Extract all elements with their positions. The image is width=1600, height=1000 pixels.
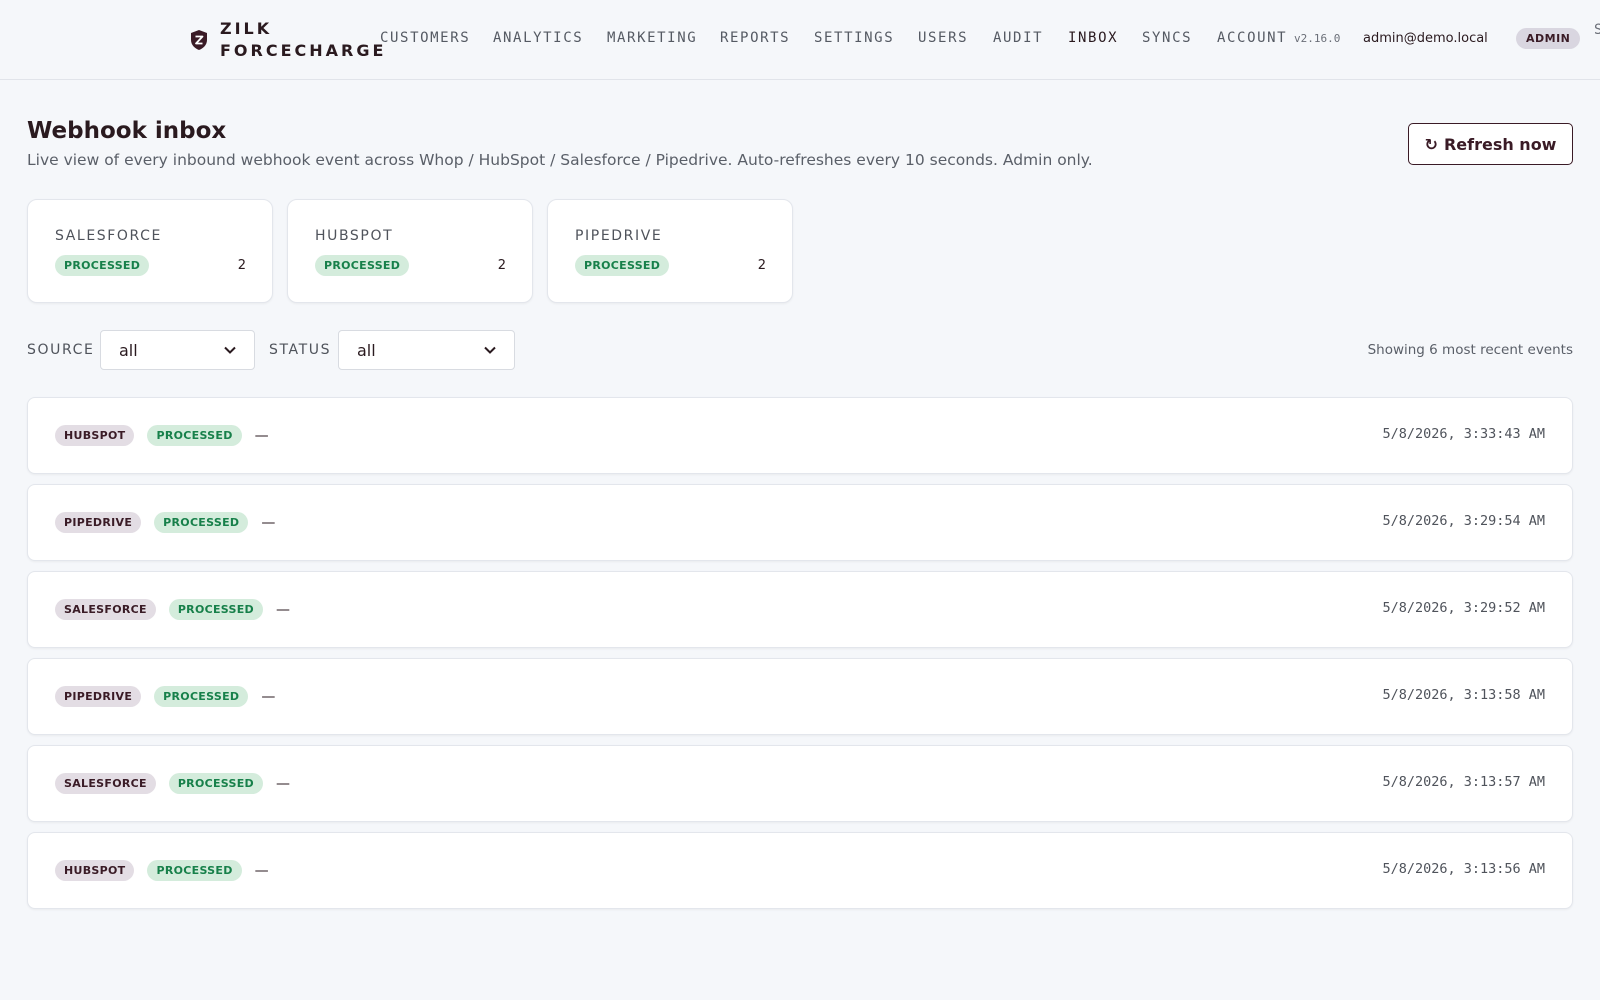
summary-card-salesforce: SALESFORCE PROCESSED 2	[27, 199, 273, 303]
event-row[interactable]: HUBSPOT PROCESSED — 5/8/2026, 3:13:56 AM	[27, 832, 1573, 909]
source-badge: PIPEDRIVE	[55, 512, 142, 533]
summary-card-title: SALESFORCE	[55, 228, 162, 244]
event-detail: —	[275, 775, 290, 792]
source-badge: SALESFORCE	[55, 773, 156, 794]
brand[interactable]: ZILK FORCECHARGE	[188, 18, 386, 62]
status-badge: PROCESSED	[154, 686, 249, 707]
event-timestamp: 5/8/2026, 3:13:57 AM	[1382, 774, 1545, 790]
nav-item-audit[interactable]: AUDIT	[993, 30, 1043, 46]
nav-item-analytics[interactable]: ANALYTICS	[493, 30, 583, 46]
nav-item-account[interactable]: ACCOUNT	[1217, 30, 1287, 46]
event-row[interactable]: PIPEDRIVE PROCESSED — 5/8/2026, 3:13:58 …	[27, 658, 1573, 735]
results-count: Showing 6 most recent events	[1367, 342, 1573, 358]
page-subtitle: Live view of every inbound webhook event…	[27, 151, 1093, 169]
refresh-icon: ↻	[1424, 134, 1438, 154]
event-row[interactable]: HUBSPOT PROCESSED — 5/8/2026, 3:33:43 AM	[27, 397, 1573, 474]
summary-count: 2	[757, 258, 766, 273]
status-filter-value: all	[357, 340, 376, 360]
status-badge: PROCESSED	[168, 773, 263, 794]
app-version: v2.16.0	[1294, 32, 1341, 45]
summary-card-title: PIPEDRIVE	[575, 228, 663, 244]
source-badge: SALESFORCE	[55, 599, 156, 620]
status-badge: PROCESSED	[147, 860, 242, 881]
source-filter-value: all	[119, 340, 138, 360]
chevron-down-icon	[224, 343, 236, 357]
source-filter-label: SOURCE	[27, 342, 95, 358]
source-badge: HUBSPOT	[55, 425, 135, 446]
nav-item-reports[interactable]: REPORTS	[720, 30, 790, 46]
source-badge: HUBSPOT	[55, 860, 135, 881]
shield-z-icon	[188, 28, 210, 52]
event-timestamp: 5/8/2026, 3:29:54 AM	[1382, 513, 1545, 529]
event-row[interactable]: SALESFORCE PROCESSED — 5/8/2026, 3:13:57…	[27, 745, 1573, 822]
nav-item-settings[interactable]: SETTINGS	[814, 30, 894, 46]
nav-item-syncs[interactable]: SYNCS	[1142, 30, 1192, 46]
nav-item-users[interactable]: USERS	[918, 30, 968, 46]
refresh-button[interactable]: ↻ Refresh now	[1408, 123, 1573, 165]
event-detail: —	[275, 601, 290, 618]
summary-card-hubspot: HUBSPOT PROCESSED 2	[287, 199, 533, 303]
summary-count: 2	[497, 258, 506, 273]
event-timestamp: 5/8/2026, 3:13:58 AM	[1382, 687, 1545, 703]
event-timestamp: 5/8/2026, 3:29:52 AM	[1382, 600, 1545, 616]
brand-name: ZILK FORCECHARGE	[220, 18, 386, 62]
role-badge: ADMIN	[1516, 28, 1581, 49]
top-navbar: ZILK FORCECHARGE CUSTOMERS ANALYTICS MAR…	[0, 0, 1600, 80]
nav-item-customers[interactable]: CUSTOMERS	[380, 30, 470, 46]
summary-card-pipedrive: PIPEDRIVE PROCESSED 2	[547, 199, 793, 303]
event-timestamp: 5/8/2026, 3:33:43 AM	[1382, 426, 1545, 442]
event-detail: —	[261, 514, 276, 531]
brand-line-2: FORCECHARGE	[220, 41, 387, 60]
status-filter-select[interactable]: all	[338, 330, 515, 370]
status-filter-label: STATUS	[269, 342, 332, 358]
event-row[interactable]: SALESFORCE PROCESSED — 5/8/2026, 3:29:52…	[27, 571, 1573, 648]
nav-item-marketing[interactable]: MARKETING	[607, 30, 697, 46]
event-detail: —	[261, 688, 276, 705]
event-row[interactable]: PIPEDRIVE PROCESSED — 5/8/2026, 3:29:54 …	[27, 484, 1573, 561]
status-badge: PROCESSED	[154, 512, 249, 533]
nav-overflow-item[interactable]: S	[1594, 22, 1600, 38]
status-badge: PROCESSED	[147, 425, 242, 446]
source-filter-select[interactable]: all	[100, 330, 255, 370]
status-badge: PROCESSED	[55, 255, 150, 276]
event-timestamp: 5/8/2026, 3:13:56 AM	[1382, 861, 1545, 877]
event-detail: —	[254, 427, 269, 444]
brand-line-1: ZILK	[220, 19, 273, 38]
event-detail: —	[254, 862, 269, 879]
status-badge: PROCESSED	[315, 255, 410, 276]
nav-item-inbox[interactable]: INBOX	[1068, 30, 1118, 46]
chevron-down-icon	[484, 343, 496, 357]
status-badge: PROCESSED	[168, 599, 263, 620]
status-badge: PROCESSED	[575, 255, 670, 276]
refresh-button-label: Refresh now	[1443, 134, 1557, 154]
source-badge: PIPEDRIVE	[55, 686, 142, 707]
user-email[interactable]: admin@demo.local	[1363, 31, 1488, 46]
page-title: Webhook inbox	[27, 118, 227, 144]
summary-card-title: HUBSPOT	[315, 228, 394, 244]
summary-count: 2	[237, 258, 246, 273]
